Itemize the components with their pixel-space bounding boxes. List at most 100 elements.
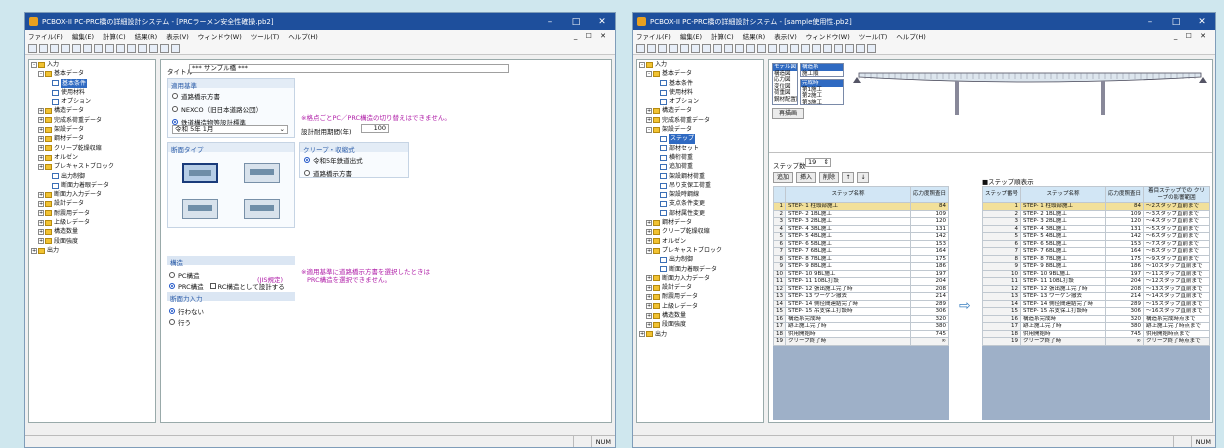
table-row[interactable]: 16 構造系完成時 320: [773, 314, 950, 323]
expand-icon[interactable]: +: [646, 238, 652, 245]
toolbar-button-icon[interactable]: [171, 43, 180, 53]
toolbar-button-icon[interactable]: [83, 43, 92, 53]
expand-icon[interactable]: +: [38, 163, 44, 170]
check-day-cell[interactable]: 320: [909, 314, 950, 323]
struct-radio-pc[interactable]: PC構造: [169, 270, 199, 280]
collapse-icon[interactable]: -: [38, 70, 44, 77]
step-name-cell[interactable]: STEP- 6 5BL施工: [785, 239, 911, 248]
menu-item[interactable]: ツール(T): [251, 31, 280, 41]
check-day-cell[interactable]: ∞: [909, 337, 950, 346]
expand-icon[interactable]: +: [646, 108, 652, 115]
mdi-controls[interactable]: _ ☐ ✕: [1174, 32, 1209, 40]
toolbar-button-icon[interactable]: [647, 43, 656, 53]
redraw-button[interactable]: 再描画: [772, 108, 804, 119]
table-row[interactable]: 17 跡上施工完了時 380: [773, 322, 950, 331]
toolbar-button-icon[interactable]: [636, 43, 645, 53]
expand-icon[interactable]: +: [646, 219, 652, 226]
tree-node[interactable]: 架設鋼材荷重: [637, 172, 763, 181]
menu-item[interactable]: ファイル(F): [28, 31, 63, 41]
menu-item[interactable]: ウィンドウ(W): [198, 31, 242, 41]
toolbar-button-icon[interactable]: [812, 43, 821, 53]
tree-node[interactable]: 使用材料: [29, 88, 155, 97]
tree-node[interactable]: + 段面強度: [637, 320, 763, 329]
tree-node[interactable]: - 入力: [29, 60, 155, 69]
move-up-icon[interactable]: ↑: [842, 172, 854, 183]
step-name-cell[interactable]: STEP- 1 柱頭部施工: [785, 202, 911, 211]
section-multi-box[interactable]: [182, 199, 218, 219]
toolbar-button-icon[interactable]: [768, 43, 777, 53]
expand-icon[interactable]: +: [38, 201, 44, 208]
expand-icon[interactable]: +: [646, 303, 652, 310]
toolbar-button-icon[interactable]: [702, 43, 711, 53]
check-day-cell[interactable]: 306: [909, 307, 950, 316]
expand-icon[interactable]: +: [646, 228, 652, 235]
expand-icon[interactable]: +: [31, 247, 37, 254]
expand-icon[interactable]: +: [646, 284, 652, 291]
toolbar-button-icon[interactable]: [845, 43, 854, 53]
maximize-icon[interactable]: □: [563, 17, 589, 27]
force-radio-yes[interactable]: 行う: [169, 317, 191, 327]
check-day-cell[interactable]: 214: [909, 292, 950, 301]
title-bar[interactable]: PCBOX-II PC-PRC橋の詳細設計システム - [PRCラーメン安全性確…: [25, 13, 615, 30]
menu-item[interactable]: 計算(C): [103, 31, 126, 41]
expand-icon[interactable]: +: [38, 238, 44, 245]
expand-icon[interactable]: +: [646, 247, 652, 254]
tree-node[interactable]: + 耐震用データ: [29, 209, 155, 218]
expand-icon[interactable]: +: [646, 294, 652, 301]
table-row[interactable]: 6 STEP- 6 5BL施工 153: [773, 239, 950, 248]
menu-item[interactable]: 編集(E): [680, 31, 702, 41]
tree-node[interactable]: + 設計データ: [637, 283, 763, 292]
tree-node[interactable]: 部材セット: [637, 144, 763, 153]
tree-node[interactable]: 断面力着眼データ: [637, 265, 763, 274]
step-name-cell[interactable]: STEP- 8 7BL施工: [785, 254, 911, 263]
tree-node[interactable]: + 段面強度: [29, 237, 155, 246]
tree-node[interactable]: 横桁荷重: [637, 153, 763, 162]
tree-node[interactable]: - 基本データ: [637, 69, 763, 78]
check-day-cell[interactable]: 204: [909, 277, 950, 286]
step-name-cell[interactable]: STEP- 10 9BL施工: [785, 269, 911, 278]
step-name-cell[interactable]: STEP- 14 側径間連結完了時: [785, 299, 911, 308]
toolbar-button-icon[interactable]: [856, 43, 865, 53]
menu-item[interactable]: ウィンドウ(W): [806, 31, 850, 41]
step-name-cell[interactable]: STEP- 5 4BL施工: [785, 232, 911, 241]
toolbar-button-icon[interactable]: [724, 43, 733, 53]
life-input[interactable]: 100: [361, 124, 389, 133]
step-name-cell[interactable]: STEP- 13 ワーゲン撤去: [785, 292, 911, 301]
tree-node[interactable]: + クリープ乾燥収縮: [29, 144, 155, 153]
toolbar-button-icon[interactable]: [790, 43, 799, 53]
toolbar-button-icon[interactable]: [680, 43, 689, 53]
tree-node[interactable]: - 入力: [637, 60, 763, 69]
expand-icon[interactable]: +: [38, 145, 44, 152]
toolbar-button-icon[interactable]: [834, 43, 843, 53]
tree-node[interactable]: - 架設データ: [637, 125, 763, 134]
step-input-table[interactable]: ステップ名称 応力度照査日 1 STEP- 1 柱頭部施工 84 2 STEP- 2 1…: [773, 186, 950, 346]
tree-node[interactable]: 基本条件: [637, 79, 763, 88]
collapse-icon[interactable]: -: [31, 61, 37, 68]
input-tree[interactable]: - 入力 - 基本データ 基本条件 使用材料 オプション + 構造データ + 完成系荷重データ - 架設…: [636, 59, 764, 423]
tree-node[interactable]: 架設時鋼線: [637, 190, 763, 199]
expand-icon[interactable]: +: [38, 126, 44, 133]
menu-item[interactable]: ファイル(F): [636, 31, 671, 41]
creep-radio-rail[interactable]: 令和5年鉄道出式: [304, 155, 408, 165]
step-name-cell[interactable]: STEP- 11 10BL打設: [785, 277, 911, 286]
tree-node[interactable]: 支点条件変更: [637, 199, 763, 208]
check-day-cell[interactable]: 142: [909, 232, 950, 241]
table-row[interactable]: 12 STEP- 12 張出施工完了時 208: [773, 284, 950, 293]
list-item[interactable]: 鋼材配置図: [773, 97, 797, 104]
toolbar-button-icon[interactable]: [61, 43, 70, 53]
menu-item[interactable]: 計算(C): [711, 31, 734, 41]
check-day-cell[interactable]: 120: [909, 217, 950, 226]
section-solid[interactable]: [244, 199, 280, 219]
tree-node[interactable]: + 構造数量: [29, 227, 155, 236]
tree-node[interactable]: オプション: [29, 97, 155, 106]
toolbar-button-icon[interactable]: [735, 43, 744, 53]
tree-node[interactable]: 出力制御: [29, 172, 155, 181]
tree-node[interactable]: + 断面力入力データ: [29, 190, 155, 199]
check-day-cell[interactable]: 380: [909, 322, 950, 331]
toolbar-button-icon[interactable]: [28, 43, 37, 53]
check-day-cell[interactable]: 197: [909, 269, 950, 278]
step-name-cell[interactable]: STEP- 12 張出施工完了時: [785, 284, 911, 293]
toolbar-button-icon[interactable]: [713, 43, 722, 53]
tree-node[interactable]: 部材属性変更: [637, 209, 763, 218]
title-input[interactable]: *** サンプル橋 ***: [189, 64, 509, 73]
